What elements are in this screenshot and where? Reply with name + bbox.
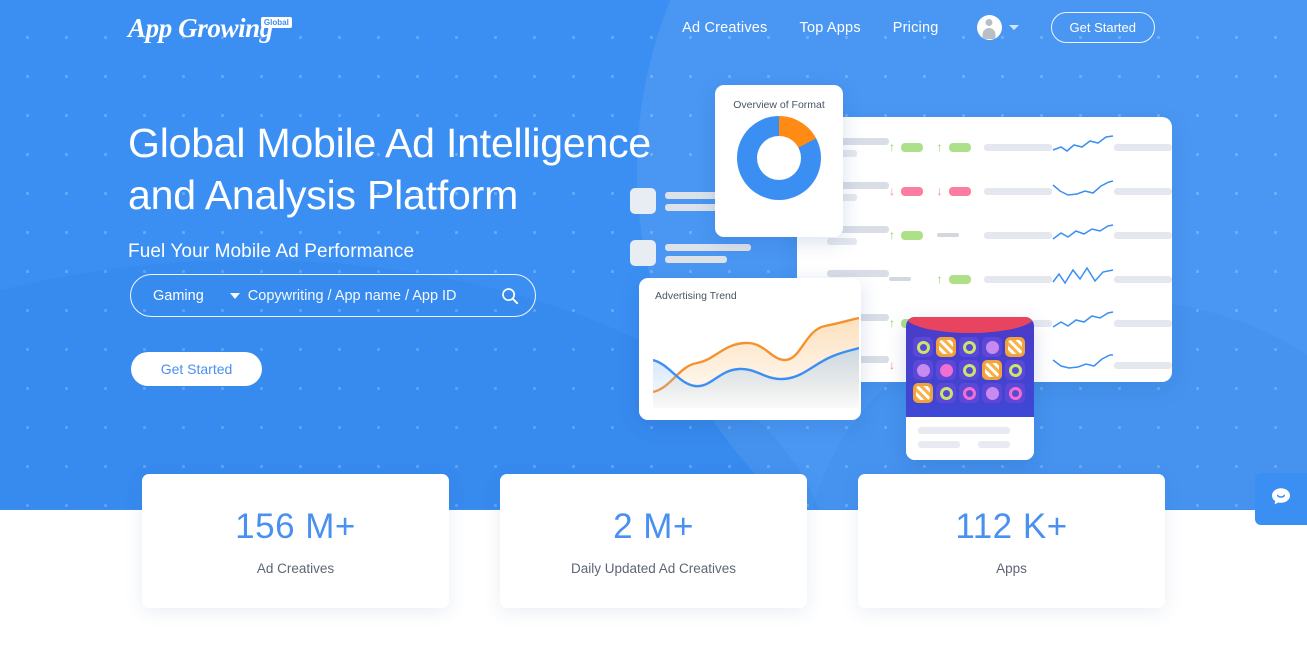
trend-card-caption: Advertising Trend: [655, 290, 737, 302]
chevron-down-icon[interactable]: [229, 292, 240, 299]
brand-logo-badge: Global: [260, 17, 292, 28]
brand-logo-text: App Growing: [128, 13, 273, 43]
account-menu[interactable]: [976, 15, 1019, 40]
stats-row: 156 M+ Ad Creatives 2 M+ Daily Updated A…: [0, 474, 1307, 608]
page-title: Global Mobile Ad Intelligence and Analys…: [128, 118, 651, 221]
hero-title-line-2: and Analysis Platform: [128, 171, 519, 218]
nav-get-started-button[interactable]: Get Started: [1050, 12, 1155, 43]
chat-support-button[interactable]: [1255, 473, 1307, 525]
brand-logo[interactable]: App Growing Global: [128, 12, 304, 42]
stat-value: 112 K+: [955, 506, 1068, 546]
hero-illustration: ↑ ↑ ↓ ↓ ↑ ↑ ↑ ↓ Overview of Format Adver…: [630, 60, 1172, 480]
search-input[interactable]: [247, 287, 493, 304]
hero-copy: Global Mobile Ad Intelligence and Analys…: [128, 118, 651, 263]
search-category-label[interactable]: Gaming: [153, 288, 204, 304]
nav-link-ad-creatives[interactable]: Ad Creatives: [682, 20, 767, 36]
stat-card-daily-updated: 2 M+ Daily Updated Ad Creatives: [500, 474, 807, 608]
game-card-banner: [906, 317, 1034, 333]
stat-value: 2 M+: [613, 506, 694, 546]
donut-chart: [737, 116, 821, 200]
illustration-game-card: [906, 317, 1034, 460]
user-avatar-icon: [976, 15, 1002, 40]
nav-link-pricing[interactable]: Pricing: [893, 20, 939, 36]
page-root: App Growing Global Ad Creatives Top Apps…: [0, 0, 1307, 651]
stat-card-apps: 112 K+ Apps: [858, 474, 1165, 608]
chat-bubble-smile-icon: [1268, 484, 1294, 515]
stat-value: 156 M+: [235, 506, 356, 546]
hero-subtitle: Fuel Your Mobile Ad Performance: [128, 241, 415, 263]
trend-chart: [653, 316, 859, 408]
chevron-down-icon: [1008, 25, 1019, 30]
hero-get-started-button[interactable]: Get Started: [131, 352, 262, 386]
illustration-trend-card: Advertising Trend: [639, 278, 861, 420]
nav-link-top-apps[interactable]: Top Apps: [800, 20, 861, 36]
hero-search-bar[interactable]: Gaming: [130, 274, 536, 317]
illustration-donut-card: Overview of Format: [715, 85, 843, 237]
search-icon[interactable]: [493, 287, 527, 305]
top-navigation-bar: App Growing Global Ad Creatives Top Apps…: [0, 0, 1307, 55]
stat-card-ad-creatives: 156 M+ Ad Creatives: [142, 474, 449, 608]
donut-card-caption: Overview of Format: [733, 99, 825, 111]
stat-label: Ad Creatives: [256, 560, 335, 576]
nav-links: Ad Creatives Top Apps Pricing Get Starte…: [682, 0, 1155, 55]
game-grid: [913, 337, 1025, 403]
stat-label: Apps: [996, 560, 1027, 576]
hero-title-line-1: Global Mobile Ad Intelligence: [128, 120, 651, 166]
stat-label: Daily Updated Ad Creatives: [570, 560, 737, 576]
